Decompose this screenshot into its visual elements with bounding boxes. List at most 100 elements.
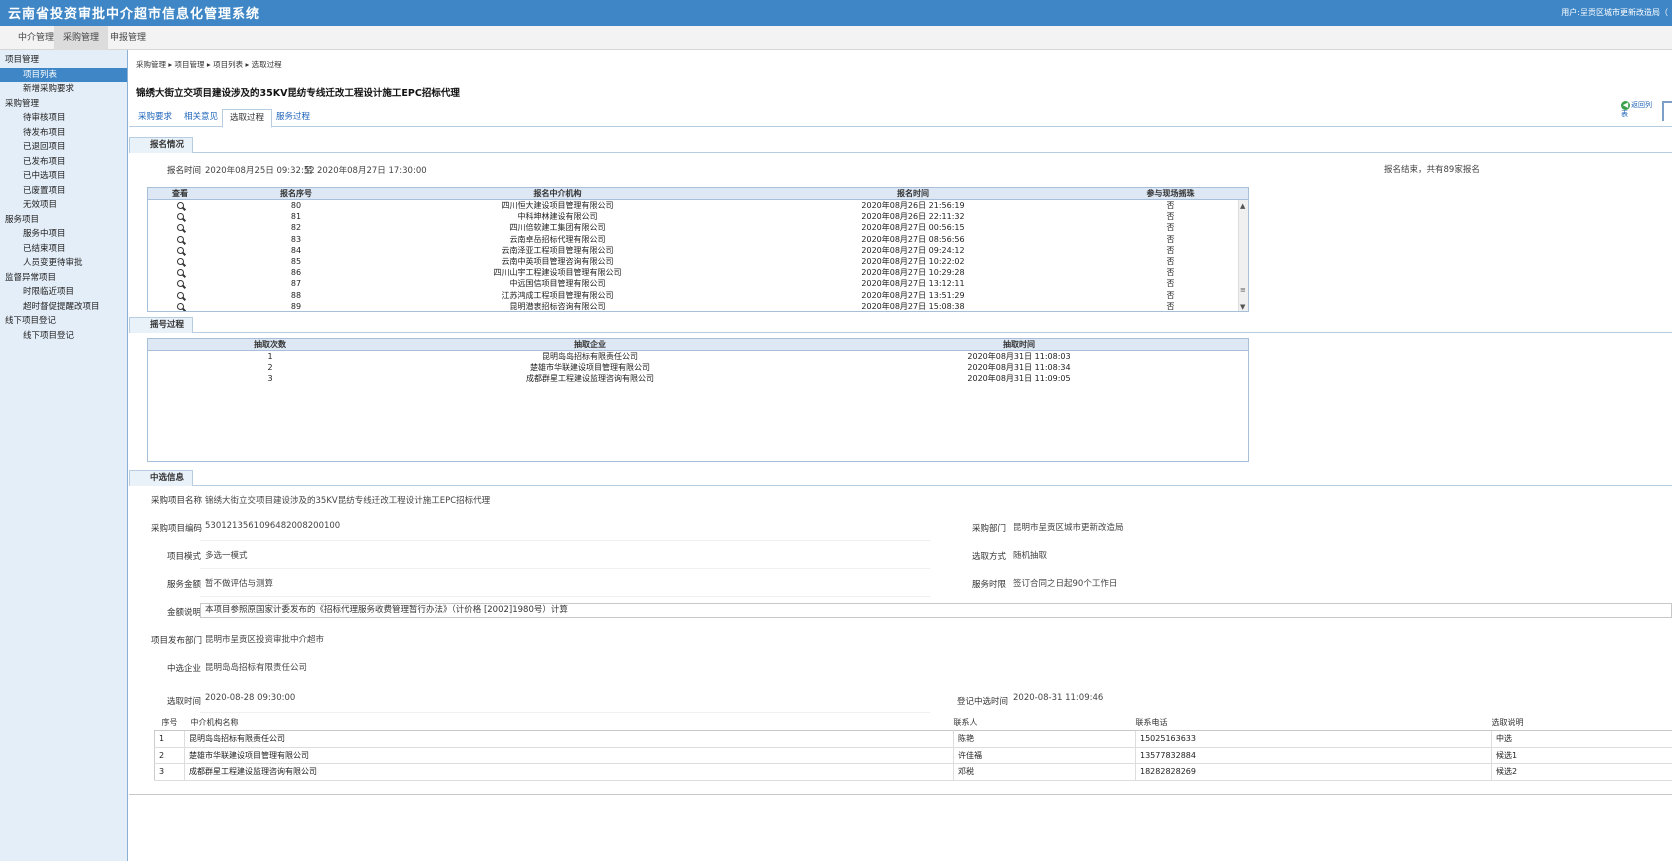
amount-label: 服务金额 bbox=[167, 580, 202, 590]
cell: 四川倍软建工集团有限公司 bbox=[509, 223, 606, 233]
tab-service-process[interactable]: 服务过程 bbox=[269, 109, 317, 128]
search-icon[interactable] bbox=[176, 246, 184, 254]
scrollbar[interactable]: ▲ ≡ ▼ bbox=[1238, 200, 1248, 311]
table-row: 89 昆明潜衷招标咨询有限公司 2020年08月27日 15:08:38 否 bbox=[148, 301, 1248, 311]
cell: 2020年08月27日 13:51:29 bbox=[861, 290, 965, 300]
search-icon[interactable] bbox=[176, 258, 184, 266]
search-icon[interactable] bbox=[176, 224, 184, 232]
search-icon[interactable] bbox=[176, 235, 184, 243]
cell: 否 bbox=[1166, 234, 1175, 244]
publish-dept-label: 项目发布部门 bbox=[151, 636, 203, 646]
sidebar-group[interactable]: 采购管理 bbox=[0, 97, 127, 112]
sidebar-item[interactable]: 人员变更待审批 bbox=[0, 256, 127, 271]
cell: 2020年08月31日 11:08:34 bbox=[967, 363, 1071, 373]
method-label: 选取方式 bbox=[972, 552, 1007, 562]
field-underline bbox=[200, 697, 930, 713]
select-time-label: 选取时间 bbox=[167, 697, 202, 707]
nav-tab-declaration[interactable]: 申报管理 bbox=[101, 26, 155, 50]
field-underline bbox=[200, 525, 930, 541]
cell: 候选1 bbox=[1491, 747, 1672, 764]
cell: 云南泽亚工程项目管理有限公司 bbox=[501, 245, 614, 255]
cell: 2020年08月27日 10:29:28 bbox=[861, 268, 965, 278]
search-icon[interactable] bbox=[176, 291, 184, 299]
draw-section-header: 摇号过程 bbox=[129, 317, 1672, 333]
cell: 2020年08月27日 00:56:15 bbox=[861, 223, 965, 233]
cell: 2020年08月27日 09:24:12 bbox=[861, 245, 965, 255]
sidebar-item[interactable]: 超时督促提醒改项目 bbox=[0, 300, 127, 315]
sidebar-item[interactable]: 已中选项目 bbox=[0, 169, 127, 184]
sidebar-item[interactable]: 新增采购要求 bbox=[0, 82, 127, 97]
project-name-value: 锦绣大街立交项目建设涉及的35KV昆纺专线迁改工程设计施工EPC招标代理 bbox=[205, 496, 491, 506]
cell: 否 bbox=[1166, 290, 1175, 300]
tab-opinions[interactable]: 相关意见 bbox=[177, 109, 225, 128]
scroll-up-icon[interactable]: ▲ bbox=[1240, 202, 1245, 210]
cell: 昆明潜衷招标咨询有限公司 bbox=[509, 301, 606, 311]
winner-value: 昆明岛岛招标有限责任公司 bbox=[205, 663, 308, 673]
scroll-thumb-icon[interactable]: ≡ bbox=[1240, 286, 1246, 294]
sidebar-item-project-list[interactable]: 项目列表 bbox=[0, 67, 127, 82]
field-underline bbox=[200, 553, 930, 569]
app-title: 云南省投资审批中介超市信息化管理系统 bbox=[8, 7, 261, 22]
table-row: 3 成都群星工程建设监理咨询有限公司 邓税 18282828269 候选2 bbox=[154, 763, 1672, 781]
nav-tab-procurement[interactable]: 采购管理 bbox=[54, 26, 109, 50]
registration-to: 至 bbox=[304, 166, 313, 176]
table-row: 2 楚雄市华联建设项目管理有限公司 2020年08月31日 11:08:34 bbox=[148, 362, 1248, 373]
sidebar-item[interactable]: 已退回项目 bbox=[0, 140, 127, 155]
sidebar-group[interactable]: 项目管理 bbox=[0, 53, 127, 68]
sidebar-group[interactable]: 服务项目 bbox=[0, 213, 127, 228]
cell: 否 bbox=[1166, 212, 1175, 222]
cell: 否 bbox=[1166, 245, 1175, 255]
sidebar-item[interactable]: 待发布项目 bbox=[0, 126, 127, 141]
cell: 2020年08月27日 08:56:56 bbox=[861, 234, 965, 244]
sidebar-group[interactable]: 线下项目登记 bbox=[0, 314, 127, 329]
cell: 否 bbox=[1166, 257, 1175, 267]
registration-section-header: 报名情况 bbox=[129, 137, 1672, 153]
cell: 昆明岛岛招标有限责任公司 bbox=[542, 352, 638, 361]
column-header: 查看 bbox=[148, 188, 212, 200]
cell: 3 bbox=[267, 374, 273, 384]
sidebar-item[interactable]: 服务中项目 bbox=[0, 227, 127, 242]
search-icon[interactable] bbox=[176, 302, 184, 310]
cell: 成都群星工程建设监理咨询有限公司 bbox=[526, 374, 654, 384]
search-icon[interactable] bbox=[176, 213, 184, 221]
scroll-down-icon[interactable]: ▼ bbox=[1240, 303, 1245, 311]
cell: 86 bbox=[290, 268, 302, 278]
search-icon[interactable] bbox=[176, 269, 184, 277]
sidebar-item[interactable]: 线下项目登记 bbox=[0, 329, 127, 344]
tab-requirements[interactable]: 采购要求 bbox=[131, 109, 179, 128]
duration-value: 签订合同之日起90个工作日 bbox=[1013, 579, 1118, 589]
reg-time-label: 登记中选时间 bbox=[957, 697, 1009, 707]
top-bar: 云南省投资审批中介超市信息化管理系统 ⌄ 用户:呈贡区城市更新改造局（ bbox=[0, 0, 1672, 26]
column-header: 联系电话 bbox=[1135, 716, 1492, 731]
cell: 83 bbox=[290, 234, 302, 244]
cell: 否 bbox=[1166, 279, 1175, 289]
sidebar-item[interactable]: 待审核项目 bbox=[0, 111, 127, 126]
column-header: 报名中介机构 bbox=[380, 188, 735, 200]
page-title: 锦绣大街立交项目建设涉及的35KV昆纺专线迁改工程设计施工EPC招标代理 bbox=[136, 88, 460, 99]
sidebar-item[interactable]: 已发布项目 bbox=[0, 155, 127, 170]
section-title: 报名情况 bbox=[129, 137, 194, 153]
cell: 15025163633 bbox=[1135, 730, 1492, 748]
cell: 88 bbox=[290, 290, 302, 300]
cell: 陈艳 bbox=[953, 730, 1136, 748]
note-field[interactable]: 本项目参照原国家计委发布的《招标代理服务收费管理暂行办法》（计价格 [2002]… bbox=[200, 603, 1672, 618]
chevron-down-icon[interactable]: ⌄ bbox=[252, 4, 260, 15]
cell: 89 bbox=[290, 301, 302, 311]
sidebar-item[interactable]: 已结束项目 bbox=[0, 242, 127, 257]
sidebar-item[interactable]: 无效项目 bbox=[0, 198, 127, 213]
sidebar-item[interactable]: 时限临近项目 bbox=[0, 285, 127, 300]
sidebar-item[interactable]: 已废置项目 bbox=[0, 184, 127, 199]
tab-selection-process[interactable]: 选取过程 bbox=[222, 109, 273, 128]
divider bbox=[129, 794, 1672, 795]
cell: 2020年08月31日 11:08:03 bbox=[967, 352, 1071, 361]
table-row: 88 江苏鸿成工程项目管理有限公司 2020年08月27日 13:51:29 否 bbox=[148, 290, 1248, 301]
sidebar-group[interactable]: 监督异常项目 bbox=[0, 271, 127, 286]
user-info[interactable]: 用户:呈贡区城市更新改造局（ bbox=[1561, 7, 1668, 18]
search-icon[interactable] bbox=[176, 202, 184, 209]
registration-summary: 报名结束，共有89家报名 bbox=[1384, 165, 1480, 175]
cell: 中远国信项目管理有限公司 bbox=[509, 279, 606, 289]
column-header: 抽取次数 bbox=[148, 339, 392, 351]
search-icon[interactable] bbox=[176, 280, 184, 288]
table-row: 86 四川山宇工程建设项目管理有限公司 2020年08月27日 10:29:28 否 bbox=[148, 267, 1248, 278]
cell: 1 bbox=[267, 352, 273, 361]
